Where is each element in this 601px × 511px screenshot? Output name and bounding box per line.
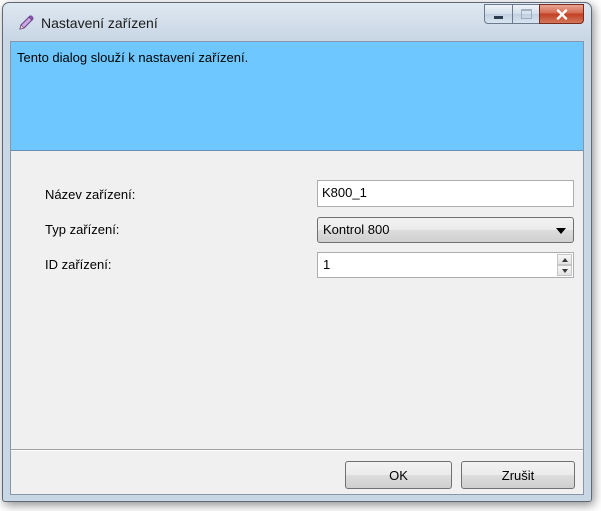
dialog-window: Nastavení zařízení Tento dialog slouží k… [2, 2, 592, 502]
footer-separator [11, 449, 583, 451]
spin-up-button[interactable] [557, 254, 572, 265]
minimize-icon [494, 16, 503, 19]
dialog-body: Tento dialog slouží k nastavení zařízení… [10, 41, 584, 495]
spin-down-button[interactable] [557, 265, 572, 276]
maximize-button[interactable] [512, 4, 539, 24]
device-type-value: Kontrol 800 [323, 222, 390, 237]
minimize-button[interactable] [484, 4, 512, 24]
dropdown-arrow-icon [556, 228, 566, 234]
device-name-label: Název zařízení: [45, 187, 136, 202]
title-bar[interactable]: Nastavení zařízení [3, 3, 591, 41]
info-text: Tento dialog slouží k nastavení zařízení… [17, 50, 249, 65]
maximize-icon [520, 9, 532, 19]
device-type-select[interactable]: Kontrol 800 [317, 217, 574, 243]
device-id-label: ID zařízení: [45, 257, 112, 272]
device-id-value: 1 [323, 257, 331, 272]
device-type-label: Typ zařízení: [45, 222, 120, 237]
cancel-button[interactable]: Zrušit [461, 461, 575, 489]
close-button[interactable] [539, 4, 584, 24]
info-panel: Tento dialog slouží k nastavení zařízení… [11, 42, 583, 151]
close-icon [556, 8, 567, 20]
caption-buttons [484, 4, 584, 24]
window-title: Nastavení zařízení [41, 15, 158, 31]
ok-button[interactable]: OK [345, 461, 452, 489]
device-name-input[interactable]: K800_1 [317, 180, 574, 207]
spin-buttons [557, 254, 572, 276]
pencil-icon [17, 14, 35, 32]
spin-down-icon [561, 268, 568, 273]
device-id-stepper[interactable]: 1 [317, 252, 574, 278]
spin-up-icon [561, 257, 568, 262]
